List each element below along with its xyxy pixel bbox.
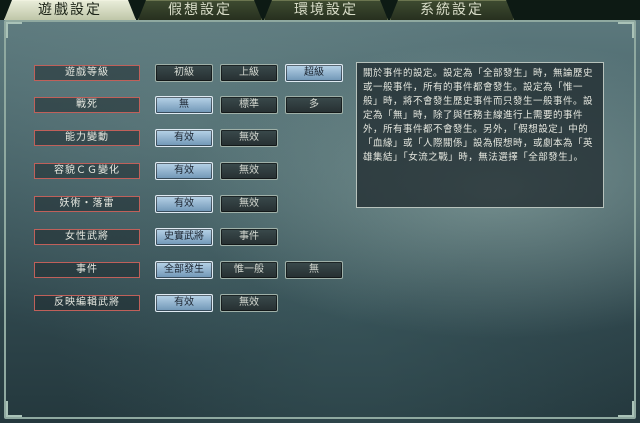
option-ability-change-on[interactable]: 有效 xyxy=(155,129,213,147)
game-settings-screen: 遊戲設定 假想設定 環境設定 系統設定 遊戲等級 初級 上級 超級 戰死 無 標… xyxy=(0,0,640,423)
setting-label-game-level: 遊戲等級 xyxy=(34,65,140,81)
setting-label-death: 戰死 xyxy=(34,97,140,113)
frame-corner-ornament xyxy=(618,22,634,38)
option-death-many[interactable]: 多 xyxy=(285,96,343,114)
frame-corner-ornament xyxy=(6,401,22,417)
description-panel: 關於事件的設定。設定為「全部發生」時，無論歷史或一般事件，所有的事件都會發生。設… xyxy=(356,62,604,208)
option-portrait-cg-off[interactable]: 無效 xyxy=(220,162,278,180)
frame-corner-ornament xyxy=(618,401,634,417)
option-ability-change-off[interactable]: 無效 xyxy=(220,129,278,147)
tab-hypothetical-settings[interactable]: 假想設定 xyxy=(138,0,262,20)
tab-environment-settings[interactable]: 環境設定 xyxy=(264,0,388,20)
setting-label-portrait-cg: 容貌ＣＧ變化 xyxy=(34,163,140,179)
option-sorcery-off[interactable]: 無效 xyxy=(220,195,278,213)
option-female-generals-historical[interactable]: 史實武將 xyxy=(155,228,213,246)
setting-label-female-generals: 女性武將 xyxy=(34,229,140,245)
option-edited-generals-on[interactable]: 有效 xyxy=(155,294,213,312)
option-game-level-beginner[interactable]: 初級 xyxy=(155,64,213,82)
option-edited-generals-off[interactable]: 無效 xyxy=(220,294,278,312)
option-events-all[interactable]: 全部發生 xyxy=(155,261,213,279)
option-game-level-advanced[interactable]: 上級 xyxy=(220,64,278,82)
tab-system-settings[interactable]: 系統設定 xyxy=(390,0,514,20)
option-game-level-super[interactable]: 超級 xyxy=(285,64,343,82)
option-death-none[interactable]: 無 xyxy=(155,96,213,114)
frame-corner-ornament xyxy=(6,22,22,38)
option-events-none[interactable]: 無 xyxy=(285,261,343,279)
setting-label-ability-change: 能力變動 xyxy=(34,130,140,146)
option-female-generals-event[interactable]: 事件 xyxy=(220,228,278,246)
setting-label-edited-generals: 反映編輯武將 xyxy=(34,295,140,311)
option-events-general-only[interactable]: 惟一般 xyxy=(220,261,278,279)
setting-label-sorcery-lightning: 妖術・落雷 xyxy=(34,196,140,212)
tab-bar: 遊戲設定 假想設定 環境設定 系統設定 xyxy=(0,0,640,20)
option-death-standard[interactable]: 標準 xyxy=(220,96,278,114)
option-sorcery-on[interactable]: 有效 xyxy=(155,195,213,213)
setting-label-events: 事件 xyxy=(34,262,140,278)
option-portrait-cg-on[interactable]: 有效 xyxy=(155,162,213,180)
tab-game-settings[interactable]: 遊戲設定 xyxy=(4,0,136,20)
